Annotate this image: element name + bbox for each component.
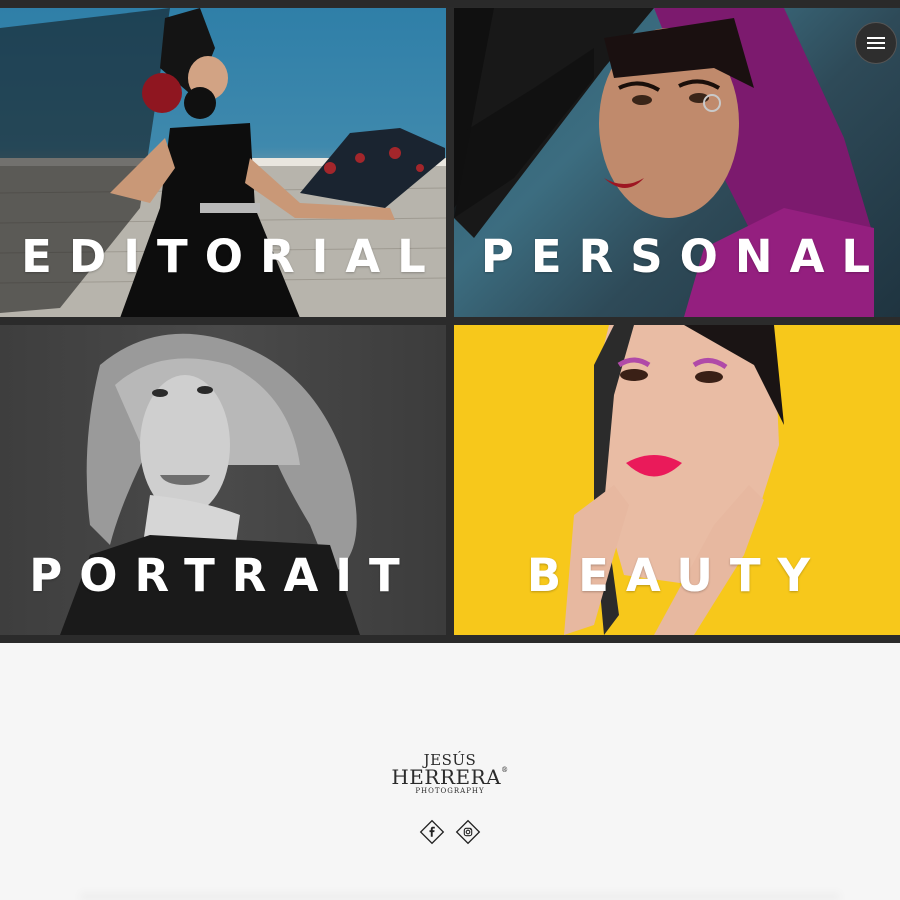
logo-line-3: PHOTOGRAPHY bbox=[415, 787, 485, 795]
brand-logo[interactable]: JESÚS HERRERA® PHOTOGRAPHY bbox=[0, 753, 900, 795]
footer: JESÚS HERRERA® PHOTOGRAPHY bbox=[0, 643, 900, 900]
social-links bbox=[0, 819, 900, 845]
footer-shadow bbox=[80, 890, 840, 900]
tile-personal[interactable]: PERSONAL bbox=[454, 8, 900, 317]
tile-editorial-label: EDITORIAL bbox=[21, 230, 443, 283]
tile-personal-label: PERSONAL bbox=[480, 230, 888, 283]
hamburger-menu-icon bbox=[867, 37, 885, 49]
tile-beauty[interactable]: BEAUTY bbox=[454, 325, 900, 635]
gallery-grid: EDITORIAL PERSONAL PORTRAIT BEAUTY bbox=[0, 7, 900, 643]
logo-name: HERRERA bbox=[391, 765, 502, 789]
logo-line-2: HERRERA® bbox=[0, 765, 900, 789]
top-bar bbox=[0, 0, 900, 7]
tile-portrait[interactable]: PORTRAIT bbox=[0, 325, 446, 635]
facebook-icon[interactable] bbox=[419, 819, 445, 845]
tile-portrait-label: PORTRAIT bbox=[29, 549, 417, 602]
instagram-icon[interactable] bbox=[455, 819, 481, 845]
logo-registered-mark: ® bbox=[501, 766, 509, 774]
tile-editorial[interactable]: EDITORIAL bbox=[0, 8, 446, 317]
tile-beauty-label: BEAUTY bbox=[526, 549, 828, 602]
menu-button[interactable] bbox=[855, 22, 897, 64]
